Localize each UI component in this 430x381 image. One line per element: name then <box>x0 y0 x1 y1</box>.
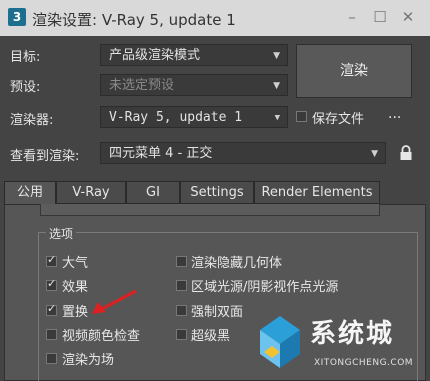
displacement-checkbox[interactable] <box>46 302 57 316</box>
area-lights-as-points-label: 区域光源/阴影视作点光源 <box>191 280 339 295</box>
area-lights-as-points-checkbox[interactable] <box>176 280 187 291</box>
tab-render-elements[interactable]: Render Elements <box>254 181 380 204</box>
force-2-sided-checkbox[interactable] <box>176 305 187 316</box>
renderer-dropdown[interactable]: V-Ray 5, update 1 ▼ <box>100 106 288 128</box>
super-black-checkbox[interactable] <box>176 329 187 340</box>
maximize-icon[interactable]: ☐ <box>368 7 392 27</box>
title-bar: 3 渲染设置: V-Ray 5, update 1 – ☐ ✕ <box>0 0 430 36</box>
effects-label: 效果 <box>62 280 89 295</box>
save-file-label: 保存文件 <box>312 112 365 127</box>
annotation-arrow-icon <box>92 289 137 314</box>
chevron-down-icon: ▼ <box>274 113 280 123</box>
app-icon: 3 <box>8 8 26 26</box>
collapsed-rollout-edge <box>40 204 380 216</box>
render-hidden-geometry-checkbox[interactable] <box>176 256 187 267</box>
chevron-down-icon: ▼ <box>273 81 280 91</box>
tab-settings[interactable]: Settings <box>180 181 254 204</box>
tab-common[interactable]: 公用 <box>4 181 56 206</box>
close-icon[interactable]: ✕ <box>396 7 420 27</box>
view-value: 四元菜单 4 - 正交 <box>109 146 213 161</box>
preset-value: 未选定预设 <box>109 78 175 93</box>
renderer-value: V-Ray 5, update 1 <box>109 110 243 125</box>
video-color-check-checkbox[interactable] <box>46 329 57 340</box>
preset-dropdown[interactable]: 未选定预设 ▼ <box>100 74 288 96</box>
target-dropdown[interactable]: 产品级渲染模式 ▼ <box>100 44 288 66</box>
view-label: 查看到渲染: <box>10 149 80 164</box>
super-black-label: 超级黑 <box>191 329 231 344</box>
watermark-subtext: XITONGCHENG.COM <box>314 358 414 368</box>
chevron-down-icon: ▼ <box>273 51 280 61</box>
atmosphere-label: 大气 <box>62 256 89 271</box>
video-color-check-label: 视频颜色检查 <box>62 329 141 344</box>
displacement-label: 置换 <box>62 305 89 320</box>
target-value: 产品级渲染模式 <box>109 48 201 63</box>
atmosphere-checkbox[interactable] <box>46 253 57 267</box>
target-label: 目标: <box>10 50 41 65</box>
chevron-down-icon: ▼ <box>371 149 378 159</box>
effects-checkbox[interactable] <box>46 277 57 291</box>
force-2-sided-label: 强制双面 <box>191 305 244 320</box>
save-file-checkbox[interactable] <box>296 111 307 122</box>
preset-label: 预设: <box>10 80 41 95</box>
lock-icon[interactable] <box>399 145 413 161</box>
view-dropdown[interactable]: 四元菜单 4 - 正交 ▼ <box>100 142 386 164</box>
render-to-fields-label: 渲染为场 <box>62 353 115 368</box>
minimize-icon[interactable]: – <box>340 7 364 27</box>
tab-gi[interactable]: GI <box>126 181 180 204</box>
tab-vray[interactable]: V-Ray <box>56 181 126 204</box>
window-title: 渲染设置: V-Ray 5, update 1 <box>32 11 236 29</box>
renderer-label: 渲染器: <box>10 113 54 128</box>
more-button[interactable]: ... <box>388 106 401 122</box>
options-title: 选项 <box>46 225 77 242</box>
render-hidden-geometry-label: 渲染隐藏几何体 <box>191 256 283 271</box>
render-to-fields-checkbox[interactable] <box>46 353 57 364</box>
render-button[interactable]: 渲染 <box>296 44 412 98</box>
watermark-text: 系统城 <box>310 319 395 349</box>
